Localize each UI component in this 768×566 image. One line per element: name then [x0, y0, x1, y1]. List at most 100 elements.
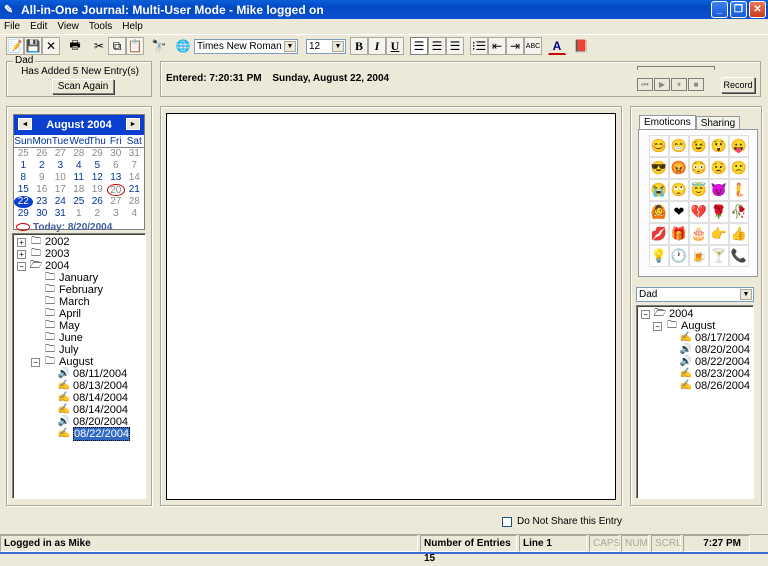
calendar-day[interactable]: 10	[51, 172, 70, 184]
emoticon-button[interactable]: 😭	[649, 179, 669, 201]
underline-button[interactable]: U	[386, 37, 404, 55]
calendar-day-today[interactable]: 20	[106, 184, 125, 196]
calendar-day[interactable]: 30	[33, 208, 52, 220]
emoticon-button[interactable]: 😡	[669, 157, 689, 179]
new-entry-icon[interactable]: 📝	[6, 37, 24, 55]
close-button[interactable]: ✕	[749, 1, 766, 18]
calendar-day[interactable]: 26	[88, 196, 107, 208]
calendar-day[interactable]: 12	[88, 172, 107, 184]
calendar-day[interactable]: 4	[70, 160, 89, 172]
calendar-day[interactable]: 1	[14, 160, 33, 172]
rewind-icon[interactable]: ⏮	[637, 78, 653, 91]
tree-month[interactable]: 🗀 June	[43, 332, 83, 344]
italic-button[interactable]: I	[368, 37, 386, 55]
paste-icon[interactable]: 📋	[126, 37, 144, 55]
copy-icon[interactable]: ⧉	[108, 37, 126, 55]
play-icon[interactable]: ▶	[654, 78, 670, 91]
emoticon-button[interactable]: 🧜	[729, 179, 749, 201]
calendar-day[interactable]: 7	[125, 160, 144, 172]
menu-file[interactable]: File	[4, 21, 20, 32]
journal-editor[interactable]	[166, 113, 616, 500]
calendar-day[interactable]: 29	[88, 148, 107, 160]
align-left-icon[interactable]: ☰	[410, 37, 428, 55]
shared-tree-entry[interactable]: ✍ 08/26/2004	[679, 380, 750, 392]
save-icon[interactable]: 💾	[24, 37, 42, 55]
tab-sharing[interactable]: Sharing	[695, 116, 741, 130]
calendar-day[interactable]: 17	[51, 184, 70, 196]
calendar-day[interactable]: 15	[14, 184, 33, 196]
emoticon-button[interactable]: 😉	[689, 135, 709, 157]
emoticon-button[interactable]: 😛	[729, 135, 749, 157]
emoticon-button[interactable]: 🙁	[729, 157, 749, 179]
book-icon[interactable]: 📕	[572, 37, 590, 55]
emoticon-button[interactable]: ❤	[669, 201, 689, 223]
emoticon-button[interactable]: 🎁	[669, 223, 689, 245]
emoticon-button[interactable]: 🍺	[689, 245, 709, 267]
tree-month[interactable]: 🗀 January	[43, 272, 98, 284]
web-icon[interactable]: 🌐	[174, 37, 192, 55]
calendar-day[interactable]: 24	[51, 196, 70, 208]
emoticon-button[interactable]: 💋	[649, 223, 669, 245]
calendar-day[interactable]: 13	[107, 172, 126, 184]
calendar-day[interactable]: 28	[70, 148, 89, 160]
outdent-icon[interactable]: ⇤	[488, 37, 506, 55]
font-name-select[interactable]: Times New Roman ▼	[194, 38, 298, 54]
bullet-list-icon[interactable]: ⁝☰	[470, 37, 488, 55]
calendar-day[interactable]: 25	[14, 148, 33, 160]
prev-month-button[interactable]: ◄	[18, 118, 32, 130]
emoticon-button[interactable]: 💡	[649, 245, 669, 267]
shared-tree-entry[interactable]: ✍ 08/23/2004	[679, 368, 750, 380]
tab-emoticons[interactable]: Emoticons	[639, 115, 696, 130]
calendar-day[interactable]: 3	[51, 160, 70, 172]
calendar-day[interactable]: 18	[70, 184, 89, 196]
align-right-icon[interactable]: ☰	[446, 37, 464, 55]
emoticon-button[interactable]: 👍	[729, 223, 749, 245]
calendar-day[interactable]: 28	[125, 196, 144, 208]
emoticon-button[interactable]: 🎂	[689, 223, 709, 245]
tree-year-2002[interactable]: + 🗀 2002	[17, 236, 69, 248]
calendar-day[interactable]: 31	[51, 208, 70, 220]
tree-entry[interactable]: ✍ 08/13/2004	[57, 380, 128, 392]
emoticon-button[interactable]: 😁	[669, 135, 689, 157]
tree-month[interactable]: 🗀 April	[43, 308, 81, 320]
tree-month-august[interactable]: − 🗀 August	[31, 356, 93, 368]
emoticon-button[interactable]: 🌹	[709, 201, 729, 223]
emoticon-button[interactable]: 👉	[709, 223, 729, 245]
emoticon-button[interactable]: 😇	[689, 179, 709, 201]
menu-view[interactable]: View	[57, 21, 79, 32]
menu-tools[interactable]: Tools	[89, 21, 112, 32]
font-color-button[interactable]: A	[548, 37, 566, 55]
tree-entry[interactable]: 🔊 08/11/2004	[57, 368, 127, 380]
calendar-day[interactable]: 11	[70, 172, 89, 184]
emoticon-button[interactable]: 😊	[649, 135, 669, 157]
calendar-day[interactable]: 6	[107, 160, 126, 172]
find-icon[interactable]: 🔭	[150, 37, 168, 55]
print-icon[interactable]: 🖶	[66, 37, 84, 55]
align-center-icon[interactable]: ☰	[428, 37, 446, 55]
stop-icon[interactable]: ■	[688, 78, 704, 91]
calendar-day[interactable]: 26	[33, 148, 52, 160]
restore-button[interactable]: ❐	[730, 1, 747, 18]
tree-month[interactable]: 🗀 July	[43, 344, 79, 356]
calendar-day-selected[interactable]: 22	[14, 196, 33, 208]
shared-tree-entry[interactable]: 🔊 08/20/2004	[679, 344, 750, 356]
spellcheck-button[interactable]: ABC	[524, 37, 542, 55]
calendar-day[interactable]: 27	[51, 148, 70, 160]
emoticon-button[interactable]: 😎	[649, 157, 669, 179]
shared-tree-entry[interactable]: ✍ 08/17/2004	[679, 332, 750, 344]
tree-year-2004[interactable]: − 🗁 2004	[17, 260, 69, 272]
scan-again-button[interactable]: Scan Again	[52, 79, 114, 94]
tree-entry[interactable]: ✍ 08/14/2004	[57, 392, 128, 404]
chevron-down-icon[interactable]: ▼	[740, 289, 752, 300]
emoticon-button[interactable]: 💔	[689, 201, 709, 223]
next-month-button[interactable]: ►	[126, 118, 140, 130]
emoticon-button[interactable]: 🙆	[649, 201, 669, 223]
emoticon-button[interactable]: 🕐	[669, 245, 689, 267]
calendar-today-link[interactable]: Today: 8/20/2004	[14, 220, 144, 234]
tree-month[interactable]: 🗀 March	[43, 296, 90, 308]
calendar-day[interactable]: 16	[33, 184, 52, 196]
emoticon-button[interactable]: 🥀	[729, 201, 749, 223]
calendar-day[interactable]: 14	[125, 172, 144, 184]
calendar-day[interactable]: 19	[88, 184, 107, 196]
calendar-day[interactable]: 2	[33, 160, 52, 172]
